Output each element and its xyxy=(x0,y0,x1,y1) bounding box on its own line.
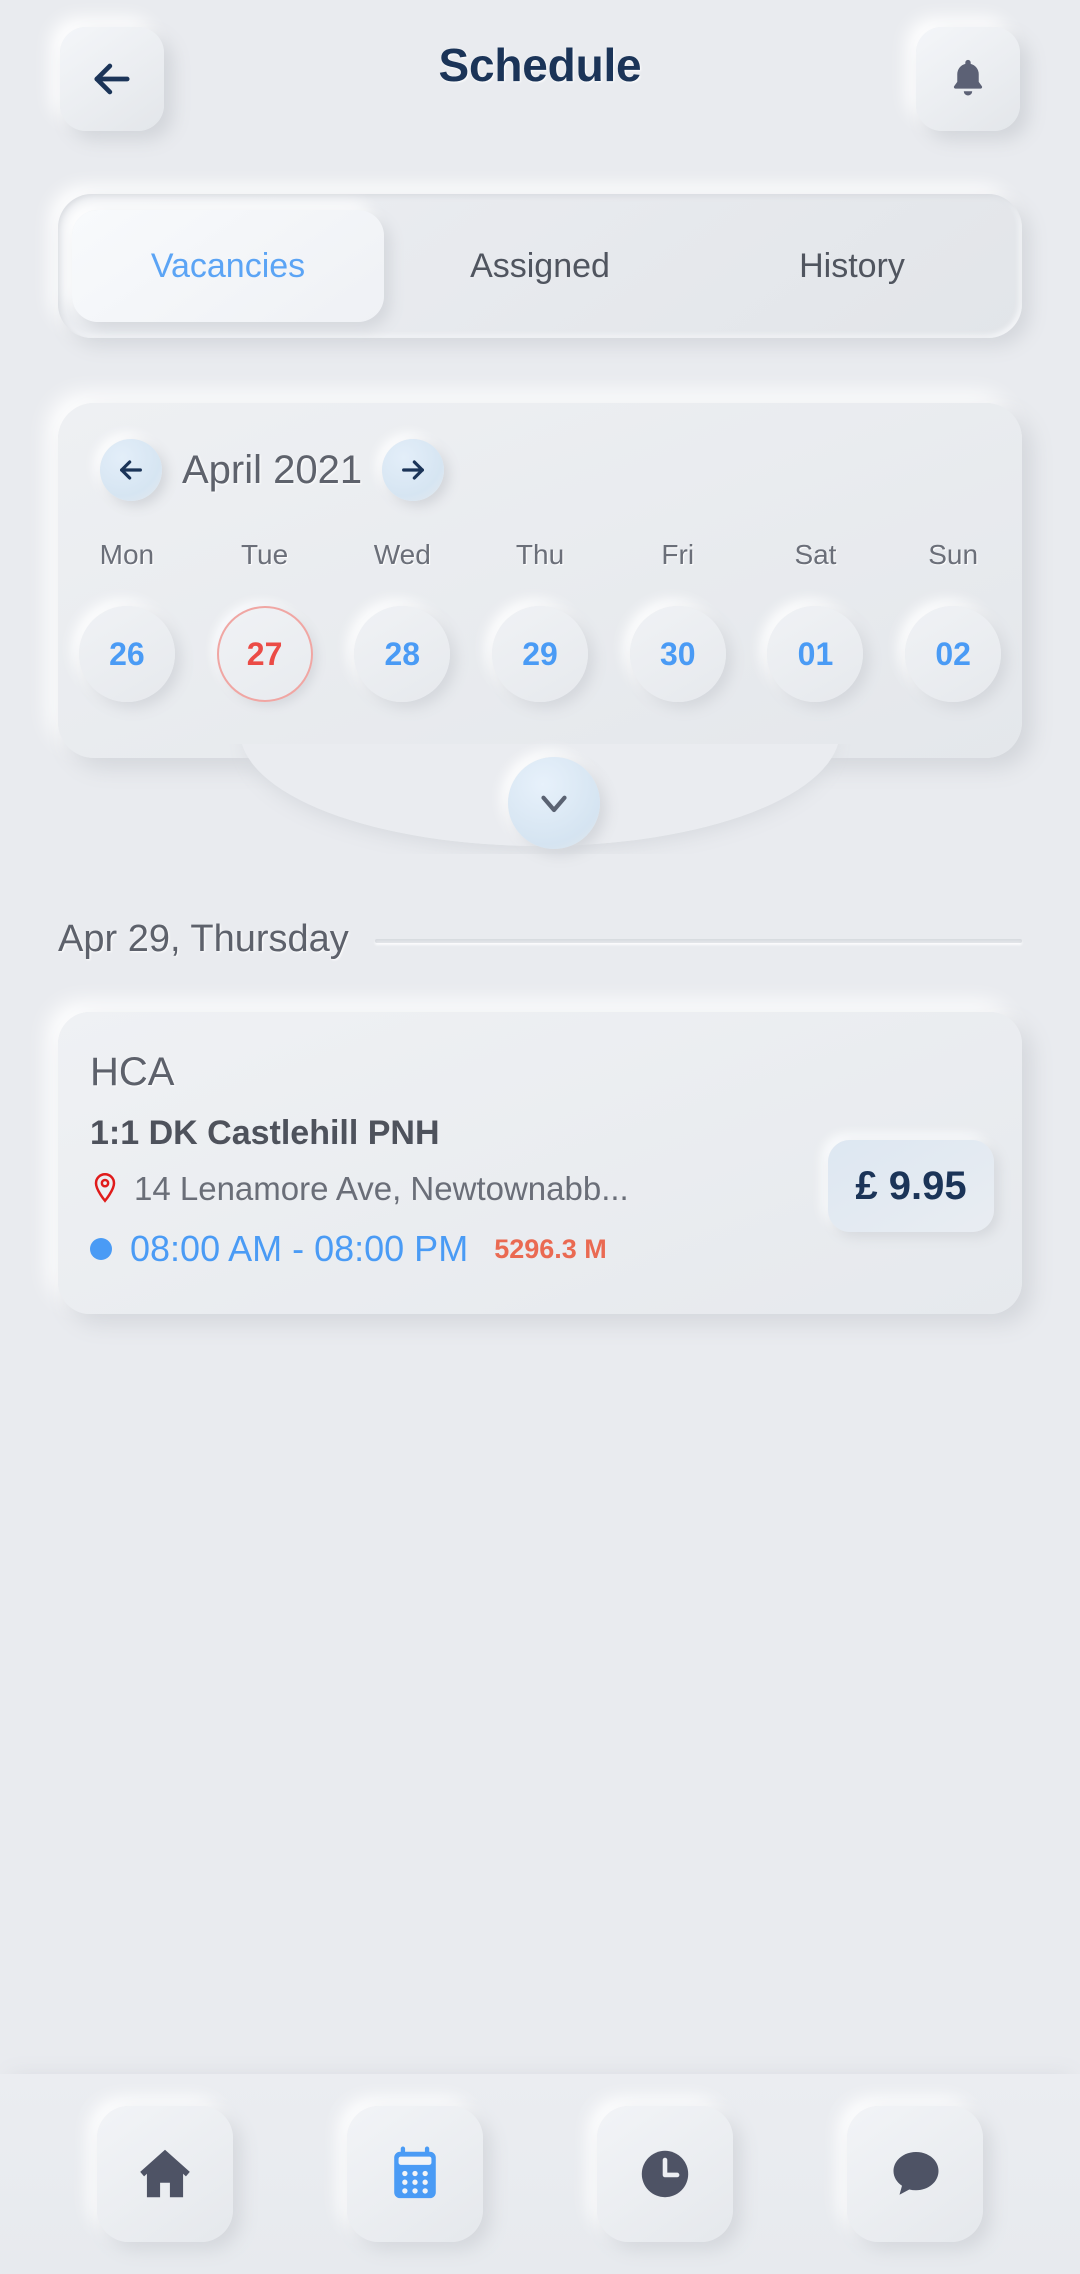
calendar-date-cell: 28 xyxy=(333,606,471,702)
calendar-date-30[interactable]: 30 xyxy=(629,606,726,702)
calendar-date-cell: 26 xyxy=(58,606,196,702)
calendar-date-cell: 02 xyxy=(884,606,1022,702)
weekday-label: Tue xyxy=(240,539,289,570)
calendar-date-cell: 30 xyxy=(609,606,747,702)
job-time-row: 08:00 AM - 08:00 PM 5296.3 M xyxy=(90,1228,607,1270)
calendar-date-02[interactable]: 02 xyxy=(905,606,1002,702)
calendar-date-cell: 01 xyxy=(747,606,885,702)
tab-assigned-label: Assigned xyxy=(470,246,610,285)
tab-history-label: History xyxy=(799,246,905,285)
chat-icon xyxy=(893,2152,939,2195)
blue-dot-icon xyxy=(90,1238,112,1260)
day-section-divider xyxy=(374,939,1022,943)
calendar-month-label: April 2021 xyxy=(182,447,363,492)
nav-history-button[interactable] xyxy=(597,2106,733,2242)
calendar-date-26[interactable]: 26 xyxy=(78,606,175,702)
arrow-right-icon xyxy=(402,460,425,480)
job-price-badge: £ 9.95 xyxy=(828,1140,994,1232)
calendar-date-01[interactable]: 01 xyxy=(767,606,864,702)
calendar-date-cell: 27 xyxy=(196,606,334,702)
calendar-icon xyxy=(394,2146,436,2199)
bottom-navigation xyxy=(0,2074,1080,2274)
job-time: 08:00 AM - 08:00 PM xyxy=(130,1228,469,1269)
tab-vacancies-label: Vacancies xyxy=(150,246,306,285)
tab-history[interactable]: History xyxy=(696,210,1008,322)
arrow-left-icon xyxy=(120,460,142,480)
calendar-next-month-button[interactable] xyxy=(382,439,445,501)
job-card[interactable]: HCA 1:1 DK Castlehill PNH 14 Lenamore Av… xyxy=(58,1012,1022,1314)
job-address-row: 14 Lenamore Ave, Newtownabb... xyxy=(90,1170,629,1208)
job-distance: 5296.3 M xyxy=(494,1233,607,1264)
clock-icon xyxy=(641,2150,689,2198)
weekday-label: Mon xyxy=(99,539,155,570)
weekday-label: Wed xyxy=(373,539,431,570)
nav-chat-button[interactable] xyxy=(847,2106,983,2242)
calendar-dates-row: 26 27 28 29 30 01 02 xyxy=(58,606,1022,702)
calendar-date-28[interactable]: 28 xyxy=(354,606,451,702)
weekday-label: Thu xyxy=(515,539,565,570)
day-section-header: Apr 29, Thursday xyxy=(58,908,1022,970)
calendar-weekday-row: Mon Tue Wed Thu Fri Sat Sun xyxy=(58,539,1022,571)
calendar-date-29[interactable]: 29 xyxy=(492,606,589,702)
weekday-label: Sat xyxy=(794,539,837,570)
bell-icon xyxy=(953,59,983,96)
calendar-prev-month-button[interactable] xyxy=(100,439,162,501)
schedule-tabs: Vacancies Assigned History xyxy=(58,194,1022,338)
nav-calendar-button[interactable] xyxy=(347,2106,483,2242)
chevron-down-icon xyxy=(541,795,567,813)
tab-assigned[interactable]: Assigned xyxy=(384,210,696,322)
job-role: HCA xyxy=(90,1050,175,1094)
location-pin-icon xyxy=(94,1172,116,1203)
day-section-label: Apr 29, Thursday xyxy=(58,917,349,960)
calendar-header: April 2021 xyxy=(58,439,1022,501)
weekday-label: Fri xyxy=(661,539,695,570)
calendar-expand-button[interactable] xyxy=(508,757,600,849)
nav-home-button[interactable] xyxy=(97,2106,233,2242)
calendar-card: April 2021 Mon Tue Wed Thu Fri Sat Sun 2… xyxy=(58,403,1022,758)
home-icon xyxy=(140,2149,190,2198)
calendar-date-cell: 29 xyxy=(471,606,609,702)
weekday-label: Sun xyxy=(928,539,979,570)
job-title: 1:1 DK Castlehill PNH xyxy=(90,1114,440,1152)
calendar-date-27[interactable]: 27 xyxy=(216,606,313,702)
job-address: 14 Lenamore Ave, Newtownabb... xyxy=(134,1170,629,1207)
top-bar: Schedule xyxy=(0,0,1080,172)
notifications-button[interactable] xyxy=(916,27,1020,131)
tab-vacancies[interactable]: Vacancies xyxy=(72,210,384,322)
